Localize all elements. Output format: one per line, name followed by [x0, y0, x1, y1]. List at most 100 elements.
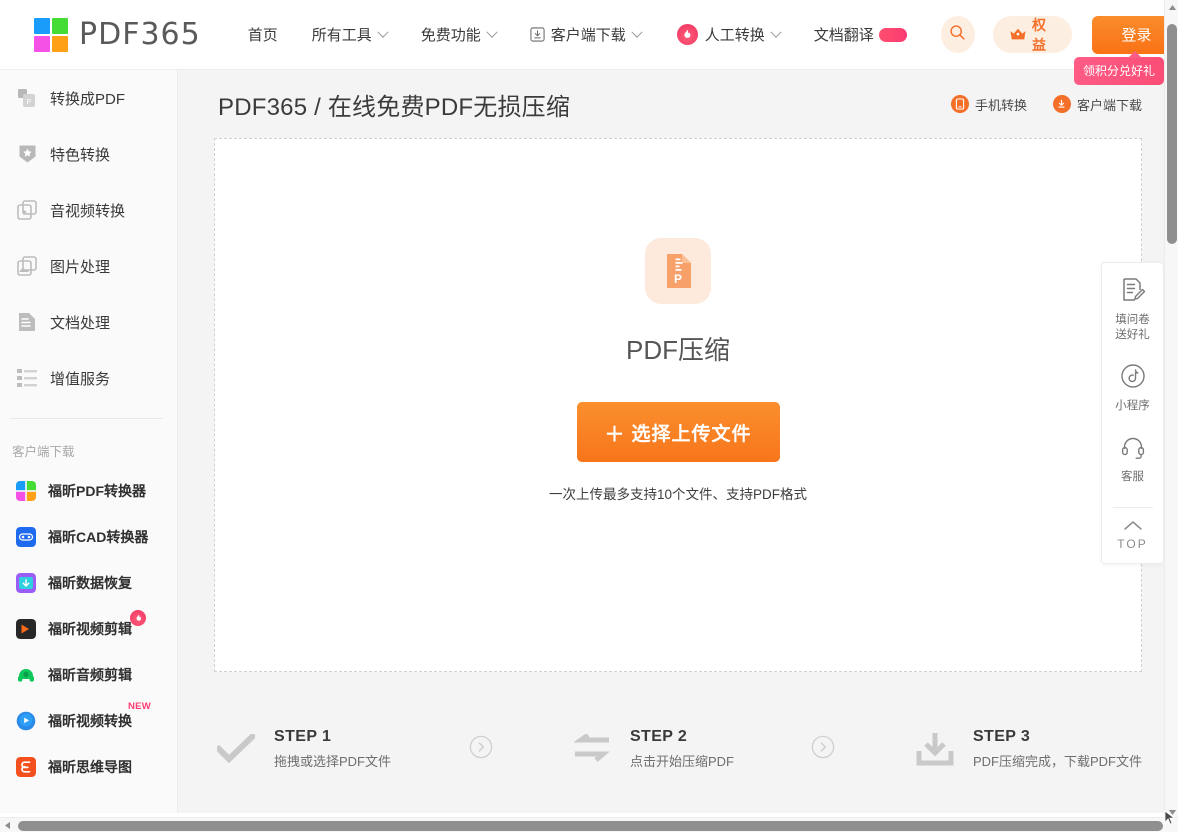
rail-item-back-to-top[interactable]: TOP: [1102, 518, 1163, 551]
foxit-recovery-icon: [16, 573, 36, 593]
page-title: PDF365 / 在线免费PDF无损压缩: [218, 93, 571, 121]
nav-item-free-features[interactable]: 免费功能: [420, 24, 498, 45]
chevron-right-circle-icon: [811, 735, 835, 764]
sidebar-app-foxit-video-convert[interactable]: 福昕视频转换 NEW: [0, 698, 177, 744]
nav-item-client-download[interactable]: 客户端下载: [530, 24, 643, 45]
benefits-button[interactable]: 权益: [993, 16, 1073, 53]
sidebar-app-foxit-cad[interactable]: 福昕CAD转换器: [0, 514, 177, 560]
phone-icon: [950, 95, 969, 113]
client-download-link[interactable]: 客户端下载: [1052, 95, 1142, 114]
sidebar-item-label: 增值服务: [50, 370, 111, 388]
nav-item-document-translate[interactable]: 文档翻译: [814, 24, 907, 45]
select-upload-file-button[interactable]: ＋ 选择上传文件: [576, 402, 780, 462]
sidebar-item-media-convert[interactable]: 音视频转换: [0, 182, 177, 238]
nav-label: 人工转换: [704, 27, 765, 44]
nav-item-home[interactable]: 首页: [248, 24, 278, 45]
vertical-scrollbar-thumb[interactable]: [1167, 24, 1177, 244]
step-desc: 拖拽或选择PDF文件: [274, 754, 392, 769]
value-added-icon: [16, 367, 38, 389]
dropzone-hint: 一次上传最多支持10个文件、支持PDF格式: [548, 487, 807, 502]
chevron-down-icon: [486, 26, 498, 38]
plus-icon: ＋: [604, 423, 626, 446]
step-2: STEP 2 点击开始压缩PDF: [570, 727, 734, 771]
mobile-convert-link[interactable]: 手机转换: [950, 95, 1027, 114]
chevron-right-circle-icon: [469, 735, 493, 764]
svg-text:P: P: [27, 99, 32, 106]
sidebar-item-label: 文档处理: [50, 314, 111, 332]
sidebar-app-label: 福昕视频转换: [48, 713, 132, 729]
hot-badge-icon: [878, 27, 907, 42]
sidebar-item-featured-convert[interactable]: 特色转换: [0, 126, 177, 182]
nav-label: 客户端下载: [550, 27, 626, 44]
download-icon: [1052, 95, 1071, 113]
chevron-down-icon: [631, 26, 643, 38]
logo[interactable]: PDF365: [34, 17, 201, 52]
sidebar-app-label: 福昕视频剪辑: [48, 621, 132, 637]
main-content: PDF365 / 在线免费PDF无损压缩 手机转换 客户端下载 P PDF压缩 …: [178, 70, 1164, 813]
horizontal-scrollbar-thumb[interactable]: [18, 821, 1163, 831]
sidebar-item-image-process[interactable]: 图片处理: [0, 238, 177, 294]
sidebar-apps: 福昕PDF转换器 福昕CAD转换器 福昕数据恢复 福昕视频剪辑 福昕音频剪辑 福…: [0, 468, 177, 790]
download-box-icon: [530, 27, 545, 42]
chevron-down-icon: [377, 26, 389, 38]
document-process-icon: [16, 311, 38, 333]
sidebar-app-foxit-mindmap[interactable]: 福昕思维导图: [0, 744, 177, 790]
rail-item-survey[interactable]: 填问卷 送好礼: [1102, 277, 1163, 343]
swap-icon: [570, 727, 614, 771]
dropzone-title: PDF压缩: [625, 335, 730, 365]
scroll-up-arrow-icon[interactable]: [1165, 0, 1178, 14]
sidebar-app-label: 福昕PDF转换器: [48, 483, 146, 499]
search-icon: [949, 24, 966, 46]
step-desc: PDF压缩完成，下载PDF文件: [972, 754, 1142, 769]
sidebar-app-foxit-audio-edit[interactable]: 福昕音频剪辑: [0, 652, 177, 698]
search-button[interactable]: [940, 16, 975, 53]
sidebar-section-title: 客户端下载: [12, 445, 75, 459]
sidebar-app-label: 福昕思维导图: [48, 759, 132, 775]
pdf-compress-file-icon: P: [645, 238, 711, 304]
headset-icon: [1120, 434, 1146, 465]
media-convert-icon: [16, 199, 38, 221]
rail-label-line2: 送好礼: [1115, 329, 1150, 341]
page-header-links: 手机转换 客户端下载: [925, 95, 1142, 114]
sidebar-app-foxit-video-edit[interactable]: 福昕视频剪辑: [0, 606, 177, 652]
mouse-cursor-icon: [1164, 810, 1176, 831]
back-to-top-label: TOP: [1117, 537, 1148, 551]
top-header: PDF365 首页 所有工具 免费功能 客户端下载 人工转换 文档翻译 权益 登…: [0, 0, 1178, 70]
scroll-left-arrow-icon[interactable]: [0, 818, 14, 832]
nav-label: 免费功能: [420, 27, 481, 44]
sidebar-item-value-added[interactable]: 增值服务: [0, 350, 177, 406]
link-label: 客户端下载: [1076, 97, 1142, 113]
chevron-up-icon: [1123, 518, 1143, 536]
rail-divider: [1112, 507, 1153, 508]
file-dropzone[interactable]: P PDF压缩 ＋ 选择上传文件 一次上传最多支持10个文件、支持PDF格式: [214, 138, 1142, 672]
rail-item-support[interactable]: 客服: [1102, 434, 1163, 485]
nav-item-manual-conversion[interactable]: 人工转换: [675, 24, 782, 45]
rail-item-miniprogram[interactable]: 小程序: [1102, 363, 1163, 414]
nav-label: 所有工具: [311, 27, 372, 44]
sidebar-app-foxit-recovery[interactable]: 福昕数据恢复: [0, 560, 177, 606]
nav-item-all-tools[interactable]: 所有工具: [311, 24, 389, 45]
horizontal-scrollbar[interactable]: [0, 817, 1178, 832]
foxit-cad-icon: [16, 527, 36, 547]
rail-label: 客服: [1121, 471, 1144, 483]
miniprogram-icon: [1120, 363, 1146, 394]
nav-label: 文档翻译: [813, 27, 874, 44]
rail-label: 小程序: [1115, 400, 1150, 412]
rail-label: 填问卷 送好礼: [1115, 313, 1150, 343]
step-title: STEP 3: [972, 728, 1031, 745]
sidebar-item-document-process[interactable]: 文档处理: [0, 294, 177, 350]
header-actions: 权益 登录: [940, 15, 1178, 54]
sidebar-item-label: 特色转换: [50, 146, 111, 164]
download-tray-icon: [913, 727, 957, 771]
page-header: PDF365 / 在线免费PDF无损压缩 手机转换 客户端下载: [178, 70, 1164, 138]
step-3: STEP 3 PDF压缩完成，下载PDF文件: [913, 727, 1142, 771]
upload-button-label: 选择上传文件: [631, 423, 752, 445]
link-label: 手机转换: [974, 97, 1027, 113]
survey-icon: [1120, 277, 1146, 308]
foxit-mindmap-icon: [16, 757, 36, 777]
vertical-scrollbar[interactable]: [1164, 0, 1178, 819]
steps-bar: STEP 1 拖拽或选择PDF文件 STEP 2 点击开始压缩PDF STEP …: [214, 706, 1142, 792]
step-desc: 点击开始压缩PDF: [629, 754, 734, 769]
sidebar-app-foxit-pdf[interactable]: 福昕PDF转换器: [0, 468, 177, 514]
sidebar-item-convert-to-pdf[interactable]: P 转换成PDF: [0, 70, 177, 126]
